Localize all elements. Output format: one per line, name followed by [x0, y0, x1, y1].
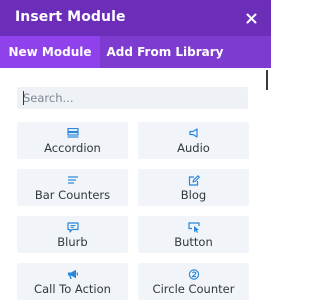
- tab-bar: New Module Add From Library: [0, 36, 271, 68]
- search-input[interactable]: [17, 87, 248, 109]
- scrollbar[interactable]: [266, 70, 268, 90]
- close-button[interactable]: [240, 7, 262, 29]
- bar-counters-icon: [67, 176, 78, 184]
- text-caret: [23, 91, 24, 105]
- modal-title: Insert Module: [15, 9, 126, 25]
- call-to-action-icon: [67, 269, 78, 279]
- button-icon: [187, 221, 200, 233]
- tab-new-module[interactable]: New Module: [0, 36, 100, 68]
- module-label: Blurb: [57, 235, 88, 249]
- module-label: Call To Action: [34, 282, 111, 296]
- close-icon: [246, 13, 256, 23]
- module-label: Button: [174, 235, 213, 249]
- module-label: Bar Counters: [34, 188, 111, 202]
- blurb-icon: [66, 221, 79, 233]
- module-label: Blog: [180, 188, 207, 202]
- module-circle-counter[interactable]: Circle Counter: [138, 263, 249, 300]
- accordion-icon: [66, 128, 79, 138]
- module-call-to-action[interactable]: Call To Action: [17, 263, 128, 300]
- module-audio[interactable]: Audio: [138, 122, 249, 159]
- module-label: Accordion: [44, 141, 101, 155]
- tab-add-from-library[interactable]: Add From Library: [100, 36, 230, 68]
- blog-icon: [188, 174, 200, 186]
- module-blog[interactable]: Blog: [138, 169, 249, 206]
- modal-header: Insert Module: [0, 0, 271, 36]
- module-label: Circle Counter: [152, 282, 235, 296]
- module-label: Audio: [177, 141, 210, 155]
- circle-counter-icon: [188, 268, 199, 280]
- module-blurb[interactable]: Blurb: [17, 216, 128, 253]
- module-button[interactable]: Button: [138, 216, 249, 253]
- module-accordion[interactable]: Accordion: [17, 122, 128, 159]
- module-bar-counters[interactable]: Bar Counters: [17, 169, 128, 206]
- audio-icon: [188, 128, 198, 138]
